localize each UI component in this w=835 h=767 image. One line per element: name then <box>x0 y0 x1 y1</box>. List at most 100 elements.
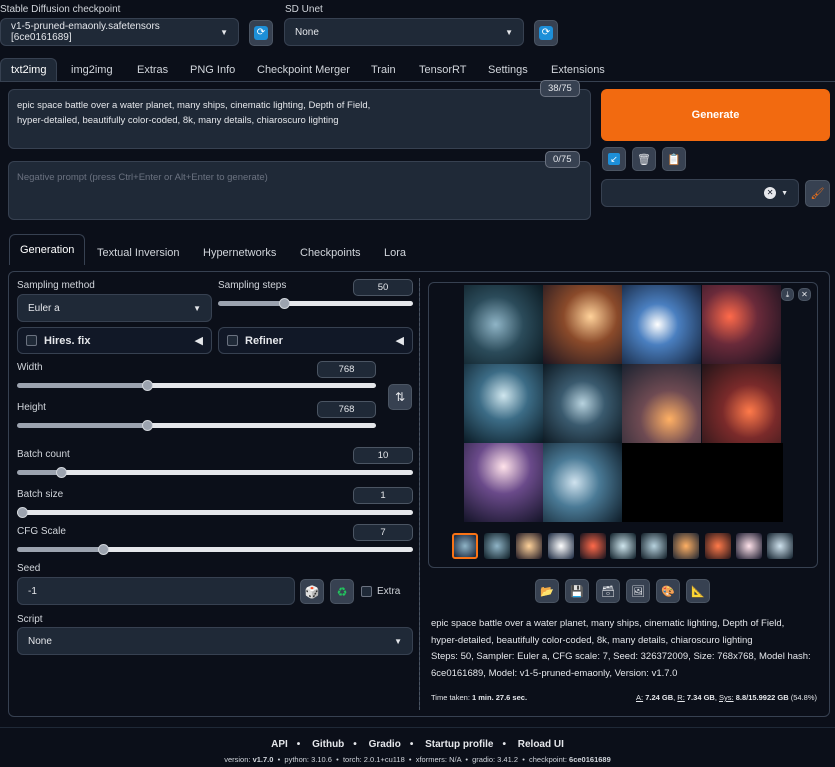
refiner-label: Refiner <box>245 334 283 347</box>
info-line: epic space battle over a water planet, m… <box>431 618 785 629</box>
thumbnail[interactable] <box>484 533 510 559</box>
clear-prompt-button[interactable]: 🗑 <box>632 147 656 171</box>
prompt-input[interactable]: epic space battle over a water planet, m… <box>8 89 591 149</box>
tab-extras[interactable]: Extras <box>137 64 168 76</box>
subtab-checkpoints[interactable]: Checkpoints <box>300 247 361 259</box>
cfg-scale-input[interactable]: 7 <box>353 524 413 541</box>
send-to-extras-button[interactable]: 📐 <box>686 579 710 603</box>
save-button[interactable]: 💾 <box>565 579 589 603</box>
slider-thumb[interactable] <box>97 544 109 555</box>
tab-checkpoint-merger[interactable]: Checkpoint Merger <box>257 64 350 76</box>
refresh-icon: ⟳ <box>254 26 268 40</box>
reuse-seed-button[interactable]: ♻ <box>330 579 354 604</box>
height-input[interactable]: 768 <box>317 401 376 418</box>
close-gallery-button[interactable]: ✕ <box>798 288 811 301</box>
slider-thumb[interactable] <box>55 467 67 478</box>
thumbnail-selected[interactable] <box>452 533 478 559</box>
zip-button[interactable]: 🗃 <box>596 579 620 603</box>
sampling-steps-slider[interactable] <box>218 298 413 309</box>
extra-seed-checkbox[interactable] <box>361 586 372 597</box>
height-label: Height <box>17 402 46 413</box>
time-taken: Time taken: 1 min. 27.6 sec. <box>431 693 527 702</box>
footer-link-reload-ui[interactable]: Reload UI <box>518 739 564 750</box>
apply-styles-button[interactable]: 📋 <box>662 147 686 171</box>
hires-fix-checkbox[interactable] <box>26 335 37 346</box>
cfg-scale-slider[interactable] <box>17 544 413 555</box>
time-label: Time taken: <box>431 693 470 702</box>
tab-tensorrt[interactable]: TensorRT <box>419 64 466 76</box>
thumbnail[interactable] <box>610 533 636 559</box>
random-seed-button[interactable]: 🎲 <box>300 579 324 604</box>
refresh-checkpoint-button[interactable]: ⟳ <box>249 20 273 46</box>
thumbnail[interactable] <box>767 533 793 559</box>
sampling-steps-input[interactable]: 50 <box>353 279 413 296</box>
open-folder-button[interactable]: 📂 <box>535 579 559 603</box>
sampling-method-value: Euler a <box>28 302 60 314</box>
refiner-accordion[interactable]: Refiner ◀ <box>218 327 413 354</box>
send-to-inpaint-button[interactable]: 🎨 <box>656 579 680 603</box>
thumbnail[interactable] <box>673 533 699 559</box>
trash-icon: 🗑 <box>637 153 651 166</box>
tab-extensions[interactable]: Extensions <box>551 64 605 76</box>
download-button[interactable]: ⤓ <box>781 288 794 301</box>
send-to-img2img-button[interactable]: 🖼 <box>626 579 650 603</box>
splitter[interactable] <box>419 278 420 710</box>
generate-button[interactable]: Generate <box>601 89 830 141</box>
thumbnail[interactable] <box>736 533 762 559</box>
width-slider[interactable] <box>17 380 376 391</box>
tab-train[interactable]: Train <box>371 64 396 76</box>
slider-thumb[interactable] <box>278 298 290 309</box>
batch-size-input[interactable]: 1 <box>353 487 413 504</box>
edit-styles-button[interactable]: 🖌 <box>805 180 830 207</box>
height-slider[interactable] <box>17 420 376 431</box>
tab-png-info[interactable]: PNG Info <box>190 64 235 76</box>
clear-icon[interactable]: ✕ <box>764 187 777 199</box>
footer-link-api[interactable]: API <box>271 739 288 750</box>
grid-image <box>543 443 622 522</box>
read-params-button[interactable]: ↙ <box>602 147 626 171</box>
subtab-textual-inversion[interactable]: Textual Inversion <box>97 247 180 259</box>
tab-txt2img[interactable]: txt2img <box>0 58 58 81</box>
grid-image <box>543 285 622 364</box>
thumbnail[interactable] <box>705 533 731 559</box>
swap-dimensions-button[interactable]: ⇅ <box>388 384 412 410</box>
hires-fix-accordion[interactable]: Hires. fix ◀ <box>17 327 212 354</box>
tab-settings[interactable]: Settings <box>488 64 528 76</box>
unet-dropdown[interactable]: None ▼ <box>284 18 524 46</box>
footer-link-gradio[interactable]: Gradio <box>369 739 401 750</box>
refiner-checkbox[interactable] <box>227 335 238 346</box>
script-dropdown[interactable]: None ▼ <box>17 627 413 655</box>
width-input[interactable]: 768 <box>317 361 376 378</box>
sampling-method-dropdown[interactable]: Euler a ▼ <box>17 294 212 322</box>
gradio-label: gradio: <box>472 755 496 764</box>
archive-icon: 🗃 <box>601 585 615 598</box>
batch-size-slider[interactable] <box>17 507 413 518</box>
prompt-line-1: epic space battle over a water planet, m… <box>17 100 371 111</box>
thumbnail[interactable] <box>548 533 574 559</box>
dice-icon: 🎲 <box>304 584 320 599</box>
thumbnail[interactable] <box>516 533 542 559</box>
recycle-icon: ♻ <box>336 584 348 599</box>
thumbnail[interactable] <box>641 533 667 559</box>
grid-image <box>622 285 701 364</box>
seed-input[interactable]: -1 <box>17 577 295 605</box>
chevron-down-icon: ▼ <box>505 27 513 37</box>
thumbnail[interactable] <box>580 533 606 559</box>
subtab-generation[interactable]: Generation <box>9 234 86 265</box>
tab-img2img[interactable]: img2img <box>71 64 113 76</box>
footer-links: API • Github • Gradio • Startup profile • Re… <box>271 739 564 750</box>
checkpoint-hash-value: 6ce0161689 <box>569 755 611 764</box>
refresh-unet-button[interactable]: ⟳ <box>534 20 558 46</box>
subtab-lora[interactable]: Lora <box>384 247 406 259</box>
negative-prompt-input[interactable]: Negative prompt (press Ctrl+Enter or Alt… <box>8 161 591 220</box>
footer-link-startup-profile[interactable]: Startup profile <box>425 739 493 750</box>
checkpoint-dropdown[interactable]: v1-5-pruned-emaonly.safetensors [6ce0161… <box>0 18 239 46</box>
refresh-icon: ⟳ <box>539 26 553 40</box>
footer-link-github[interactable]: Github <box>312 739 344 750</box>
slider-thumb[interactable] <box>17 507 28 518</box>
batch-count-slider[interactable] <box>17 467 413 478</box>
cfg-scale-label: CFG Scale <box>17 526 66 537</box>
styles-dropdown[interactable]: ✕ ▼ <box>601 179 799 207</box>
subtab-hypernetworks[interactable]: Hypernetworks <box>203 247 276 259</box>
batch-count-input[interactable]: 10 <box>353 447 413 464</box>
